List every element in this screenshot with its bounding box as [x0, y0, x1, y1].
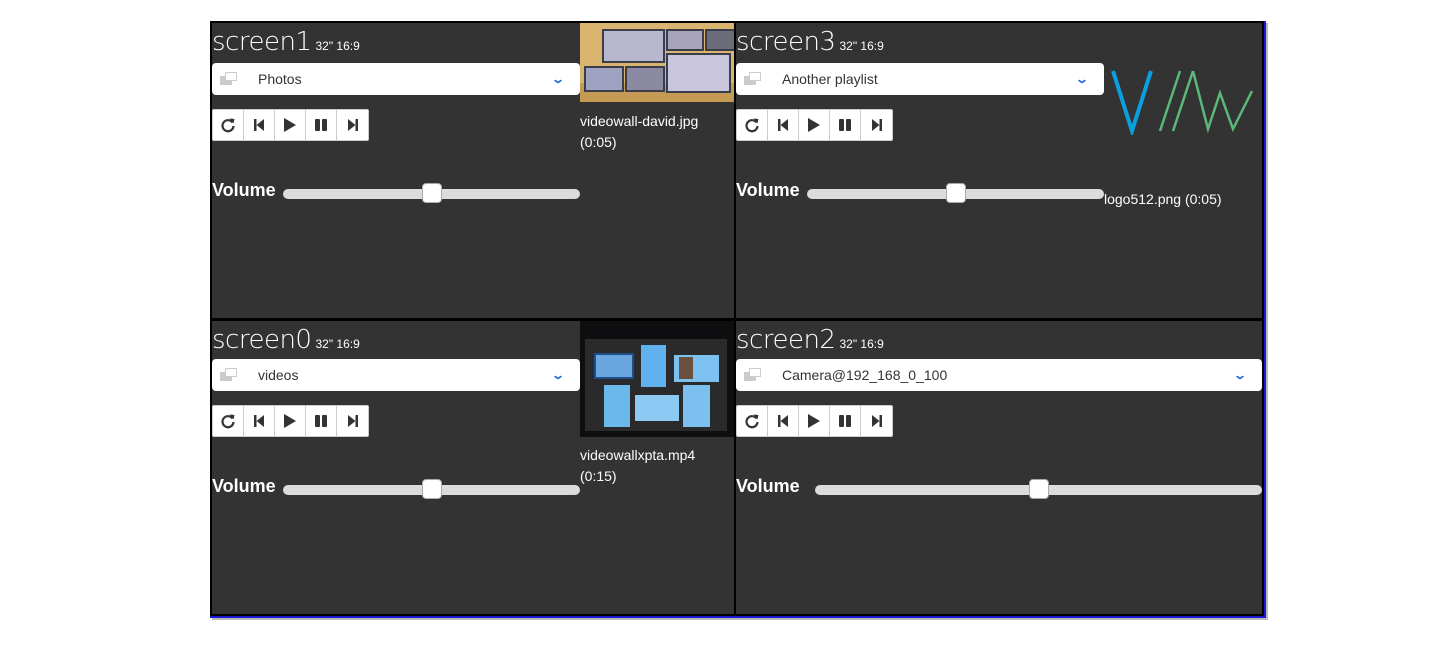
chevron-down-icon: ⌄ — [1074, 72, 1090, 86]
screen-title: screen1 32" 16:9 — [212, 27, 360, 57]
chevron-down-icon: ⌄ — [550, 368, 566, 382]
playlist-select[interactable]: videos ⌄ — [212, 359, 580, 391]
refresh-icon — [744, 117, 760, 133]
play-icon — [807, 413, 821, 429]
volume-label: Volume — [736, 180, 800, 200]
playback-controls — [212, 405, 369, 437]
refresh-button[interactable] — [213, 110, 244, 140]
now-playing-filename: videowall-david.jpg — [580, 113, 699, 129]
pause-icon — [838, 414, 852, 428]
screen-title: screen2 32" 16:9 — [736, 325, 884, 355]
now-playing-duration: (0:05) — [580, 134, 617, 150]
screen-title: screen3 32" 16:9 — [736, 27, 884, 57]
videowall-grid: screen1 32" 16:9 Photos ⌄ Volume videowa… — [210, 21, 1266, 618]
previous-button[interactable] — [244, 110, 275, 140]
playlist-selected: Camera@192_168_0_100 — [782, 367, 948, 383]
now-playing-filename: videowallxpta.mp4 — [580, 447, 696, 463]
playlist-icon — [220, 72, 238, 86]
screen-meta: 32" 16:9 — [315, 39, 360, 53]
next-icon — [347, 414, 359, 428]
pause-button[interactable] — [306, 110, 337, 140]
screen-meta: 32" 16:9 — [839, 39, 884, 53]
previous-icon — [777, 414, 789, 428]
playlist-icon — [220, 368, 238, 382]
now-playing-caption: logo512.png (0:05) — [1104, 191, 1222, 207]
play-icon — [807, 117, 821, 133]
playlist-icon — [744, 72, 762, 86]
refresh-icon — [220, 413, 236, 429]
previous-icon — [253, 414, 265, 428]
pause-button[interactable] — [830, 110, 861, 140]
screen-panel-screen1: screen1 32" 16:9 Photos ⌄ Volume videowa… — [212, 23, 734, 318]
playlist-selected: Photos — [258, 71, 302, 87]
now-playing-caption: videowallxpta.mp4 (0:15) — [580, 445, 695, 487]
playback-controls — [736, 109, 893, 141]
screen-name: screen2 — [736, 325, 836, 355]
next-button[interactable] — [861, 406, 892, 436]
volume-slider-thumb[interactable] — [945, 183, 966, 203]
playlist-selected: Another playlist — [782, 71, 878, 87]
pause-button[interactable] — [306, 406, 337, 436]
screen-name: screen3 — [736, 27, 836, 57]
play-button[interactable] — [275, 406, 306, 436]
screen-panel-screen3: screen3 32" 16:9 Another playlist ⌄ Volum… — [736, 23, 1262, 318]
volume-slider[interactable] — [283, 183, 580, 203]
screen-meta: 32" 16:9 — [315, 337, 360, 351]
previous-icon — [253, 118, 265, 132]
next-button[interactable] — [337, 110, 368, 140]
volume-label: Volume — [212, 180, 276, 200]
volume-label: Volume — [212, 476, 276, 496]
refresh-button[interactable] — [213, 406, 244, 436]
next-icon — [871, 118, 883, 132]
playback-controls — [736, 405, 893, 437]
playlist-icon — [744, 368, 762, 382]
screen-title: screen0 32" 16:9 — [212, 325, 360, 355]
play-button[interactable] — [799, 406, 830, 436]
previous-button[interactable] — [244, 406, 275, 436]
pause-button[interactable] — [830, 406, 861, 436]
previous-button[interactable] — [768, 110, 799, 140]
volume-slider[interactable] — [815, 479, 1262, 499]
playback-controls — [212, 109, 369, 141]
refresh-icon — [744, 413, 760, 429]
chevron-down-icon: ⌄ — [1232, 368, 1248, 382]
volume-slider-thumb[interactable] — [1028, 479, 1049, 499]
playlist-selected: videos — [258, 367, 299, 383]
now-playing-thumbnail — [580, 321, 734, 437]
now-playing-duration: (0:15) — [580, 468, 617, 484]
volume-slider-thumb[interactable] — [421, 183, 442, 203]
refresh-button[interactable] — [737, 110, 768, 140]
pause-icon — [838, 118, 852, 132]
playlist-select[interactable]: Another playlist ⌄ — [736, 63, 1104, 95]
refresh-icon — [220, 117, 236, 133]
refresh-button[interactable] — [737, 406, 768, 436]
previous-icon — [777, 118, 789, 132]
next-button[interactable] — [337, 406, 368, 436]
pause-icon — [314, 414, 328, 428]
now-playing-caption: videowall-david.jpg (0:05) — [580, 111, 698, 153]
play-icon — [283, 117, 297, 133]
next-button[interactable] — [861, 110, 892, 140]
screen-panel-screen2: screen2 32" 16:9 Camera@192_168_0_100 ⌄ V… — [736, 321, 1262, 614]
volume-slider[interactable] — [807, 183, 1104, 203]
next-icon — [347, 118, 359, 132]
play-icon — [283, 413, 297, 429]
screen-panel-screen0: screen0 32" 16:9 videos ⌄ Volume videowa… — [212, 321, 734, 614]
pause-icon — [314, 118, 328, 132]
volume-slider-thumb[interactable] — [421, 479, 442, 499]
now-playing-thumbnail — [580, 23, 734, 102]
next-icon — [871, 414, 883, 428]
volume-label: Volume — [736, 476, 800, 496]
play-button[interactable] — [799, 110, 830, 140]
volume-slider[interactable] — [283, 479, 580, 499]
screen-meta: 32" 16:9 — [839, 337, 884, 351]
screen-name: screen1 — [212, 27, 312, 57]
screen-name: screen0 — [212, 325, 312, 355]
playlist-select[interactable]: Photos ⌄ — [212, 63, 580, 95]
previous-button[interactable] — [768, 406, 799, 436]
vw-logo-icon — [1111, 70, 1254, 135]
play-button[interactable] — [275, 110, 306, 140]
chevron-down-icon: ⌄ — [550, 72, 566, 86]
playlist-select[interactable]: Camera@192_168_0_100 ⌄ — [736, 359, 1262, 391]
